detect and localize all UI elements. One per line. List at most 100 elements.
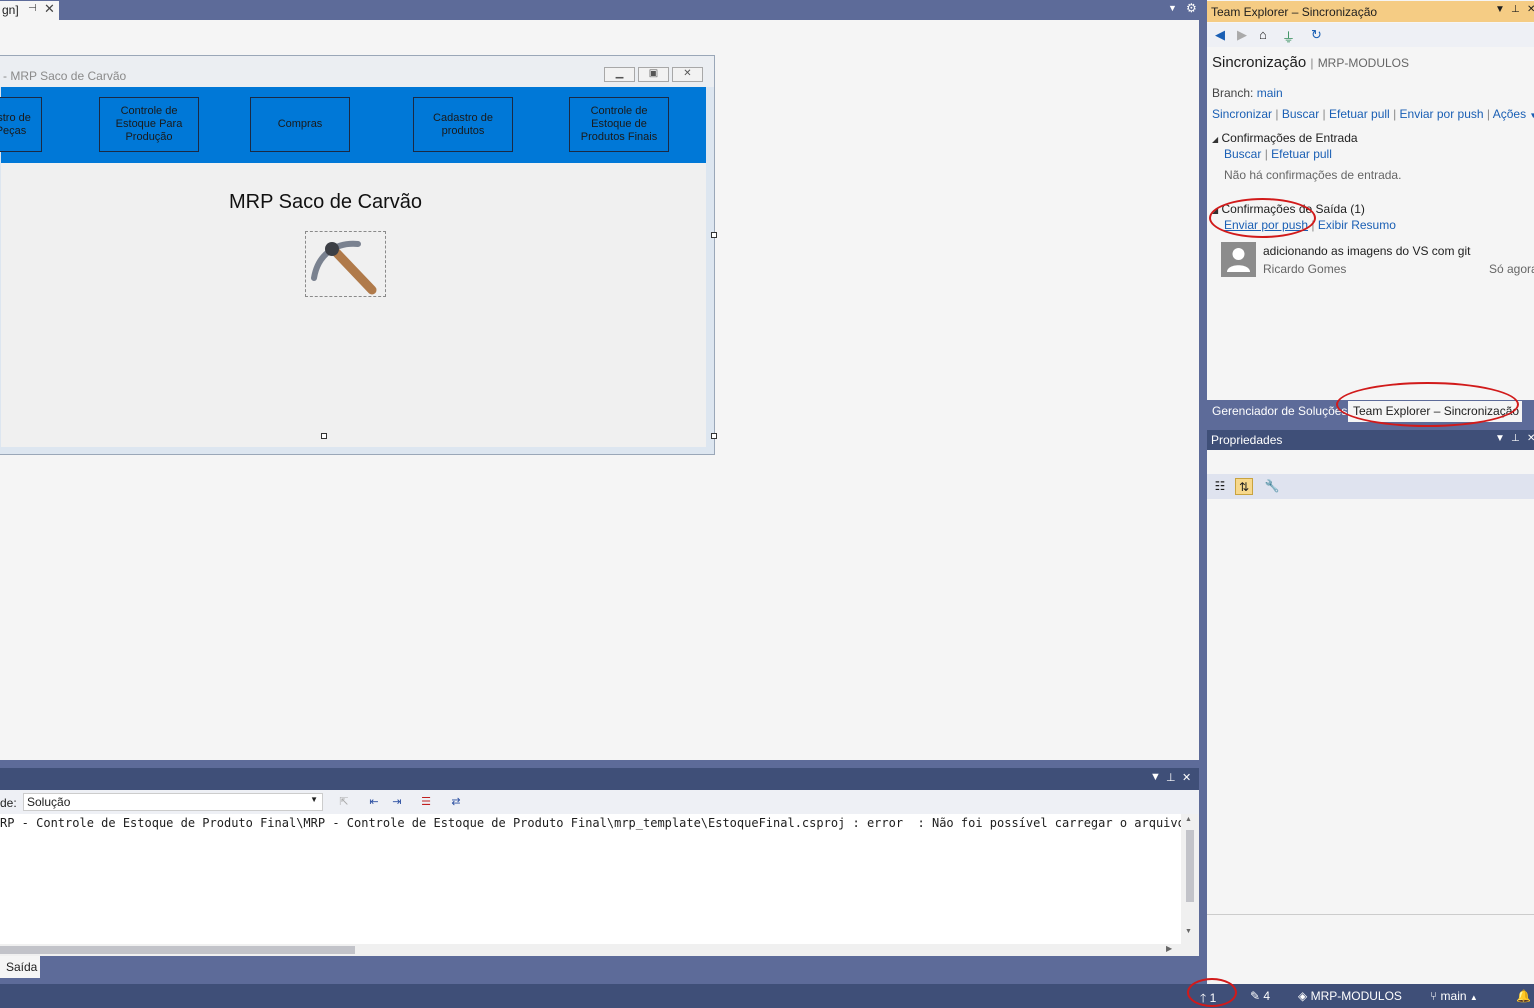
scroll-right-icon[interactable]: ▶ [1166,944,1172,953]
chevron-down-icon[interactable]: ▼ [1150,771,1161,783]
branch-indicator[interactable]: ⑂ main ▲ [1430,989,1478,1003]
tab-saida[interactable]: Saída [0,956,40,978]
annotation-ellipse [1187,978,1237,1007]
gear-icon[interactable]: ⚙ [1186,1,1197,15]
wrench-icon[interactable]: 🔧 [1263,478,1281,495]
annotation-ellipse [1209,198,1316,238]
alphabetical-icon[interactable]: ⇅ [1235,478,1253,495]
minimize-icon: ▁ [604,67,635,82]
output-source-select[interactable]: Solução ▼ [23,793,323,811]
document-tab[interactable]: gn] ⊣ ✕ [0,1,59,20]
output-horizontal-scrollbar[interactable]: ▶ [0,944,1199,956]
chevron-down-icon[interactable]: ▼ [1495,433,1505,444]
resize-handle[interactable] [321,433,327,439]
clear-all-icon[interactable]: ☰ [418,794,434,810]
separator: | [1486,107,1491,121]
status-repo-name: MRP-MODULOS [1310,989,1402,1003]
forward-icon[interactable]: ▶ [1237,27,1247,43]
efetuar-pull-link[interactable]: Efetuar pull [1329,107,1390,121]
pin-icon[interactable]: ⊥ [1511,4,1520,15]
connect-icon[interactable]: ⏚ [1282,27,1295,46]
sincronizar-link[interactable]: Sincronizar [1212,107,1272,121]
output-source-label: de: [0,796,17,810]
expand-triangle-icon[interactable]: ◢ [1212,135,1218,144]
tab-gerenciador-solucoes[interactable]: Gerenciador de Soluções [1207,401,1352,422]
incoming-section-header[interactable]: ◢ Confirmações de Entrada [1212,131,1358,145]
branch-row: Branch: main [1212,86,1283,100]
properties-header: Propriedades ▼ ⊥ ✕ [1207,430,1534,450]
form-designer-surface[interactable]: - MRP Saco de Carvão ▁ ▣ ✕ astro de Peça… [0,20,1199,760]
output-text[interactable]: RP - Controle de Estoque de Produto Fina… [0,814,1181,944]
document-tab-label: gn] [2,3,19,17]
close-icon[interactable]: ✕ [44,1,55,17]
resize-handle[interactable] [711,232,717,238]
repo-icon: ◈ [1298,989,1308,1003]
btn-controle-estoque-finais[interactable]: Controle de Estoque de Produtos Finais [569,97,669,152]
output-tabstrip: Saída [0,956,1199,980]
incoming-buscar-link[interactable]: Buscar [1224,147,1261,161]
form-title: - MRP Saco de Carvão [3,69,127,83]
categorized-icon[interactable]: ☷ [1211,478,1229,495]
incoming-efetuar-pull-link[interactable]: Efetuar pull [1271,147,1332,161]
chevron-down-icon[interactable]: ▼ [1495,4,1505,15]
output-vertical-scrollbar[interactable]: ▲ ▼ [1181,814,1199,944]
find-message-icon[interactable]: ⇱ [336,794,352,810]
scroll-thumb[interactable] [0,946,355,954]
properties-panel: Propriedades ▼ ⊥ ✕ ☷ ⇅ 🔧 [1207,430,1534,984]
branch-label: Branch: [1212,86,1254,100]
app-title-label[interactable]: MRP Saco de Carvão [229,191,422,214]
repo-indicator[interactable]: ◈ MRP-MODULOS [1298,989,1402,1003]
branch-link[interactable]: main [1257,86,1283,100]
chevron-up-icon: ▲ [1469,993,1478,1002]
commit-author: Ricardo Gomes [1263,262,1347,276]
menu-panel[interactable]: astro de Peças Controle de Estoque Para … [0,87,706,163]
pin-icon[interactable]: ⊥ [1166,771,1176,784]
separator: | [1275,107,1279,121]
document-tabstrip: gn] ⊣ ✕ ▼ ⚙ [0,0,1199,20]
scroll-thumb[interactable] [1186,830,1194,902]
pin-icon[interactable]: ⊥ [1511,433,1520,444]
enviar-por-push-link[interactable]: Enviar por push [1400,107,1484,121]
acoes-link[interactable]: Ações [1493,107,1526,121]
separator: | [1264,147,1268,161]
chevron-down-icon: ▼ [310,795,318,804]
btn-controle-estoque-producao[interactable]: Controle de Estoque Para Produção [99,97,199,152]
separator: | [1322,107,1326,121]
sync-actions: Sincronizar | Buscar | Efetuar pull | En… [1212,107,1534,121]
prev-message-icon[interactable]: ⇤ [366,794,382,810]
back-icon[interactable]: ◀ [1215,27,1225,43]
chevron-down-icon[interactable]: ▼ [1168,3,1177,13]
commit-time: Só agora [1489,262,1534,276]
repo-name: MRP-MODULOS [1317,56,1410,70]
team-explorer-header: Team Explorer – Sincronização ▼ ⊥ ✕ [1207,1,1534,22]
close-icon[interactable]: ✕ [1527,433,1534,444]
bell-icon[interactable]: 🔔 [1516,989,1531,1003]
refresh-icon[interactable]: ↻ [1311,27,1322,43]
incoming-heading: Confirmações de Entrada [1221,131,1358,145]
btn-cadastro-produtos[interactable]: Cadastro de produtos [413,97,513,152]
scroll-down-icon[interactable]: ▼ [1185,928,1192,935]
title-separator: | [1310,56,1314,70]
scroll-up-icon[interactable]: ▲ [1185,816,1192,823]
close-icon[interactable]: ✕ [1527,4,1534,15]
close-icon[interactable]: ✕ [1182,771,1191,784]
output-source-value: Solução [27,795,71,809]
resize-handle[interactable] [711,433,717,439]
home-icon[interactable]: ⌂ [1259,27,1267,42]
changes-indicator[interactable]: ✎ 4 [1250,989,1270,1003]
commit-message[interactable]: adicionando as imagens do VS com git [1263,244,1470,258]
btn-label: Compras [277,118,323,130]
incoming-links: Buscar | Efetuar pull [1224,147,1332,161]
next-message-icon[interactable]: ⇥ [389,794,405,810]
btn-cadastro-pecas[interactable]: astro de Peças [0,97,42,152]
btn-compras[interactable]: Compras [250,97,350,152]
pickaxe-icon[interactable] [305,231,386,297]
chevron-down-icon[interactable]: ▼ [1529,111,1534,120]
pin-icon[interactable]: ⊣ [28,3,37,14]
exibir-resumo-link[interactable]: Exibir Resumo [1318,218,1396,232]
btn-label: Cadastro de produtos [433,111,493,137]
buscar-link[interactable]: Buscar [1282,107,1319,121]
status-branch-name: main [1440,989,1467,1003]
branch-icon: ⑂ [1430,989,1438,1003]
word-wrap-icon[interactable]: ⇄ [448,794,464,810]
